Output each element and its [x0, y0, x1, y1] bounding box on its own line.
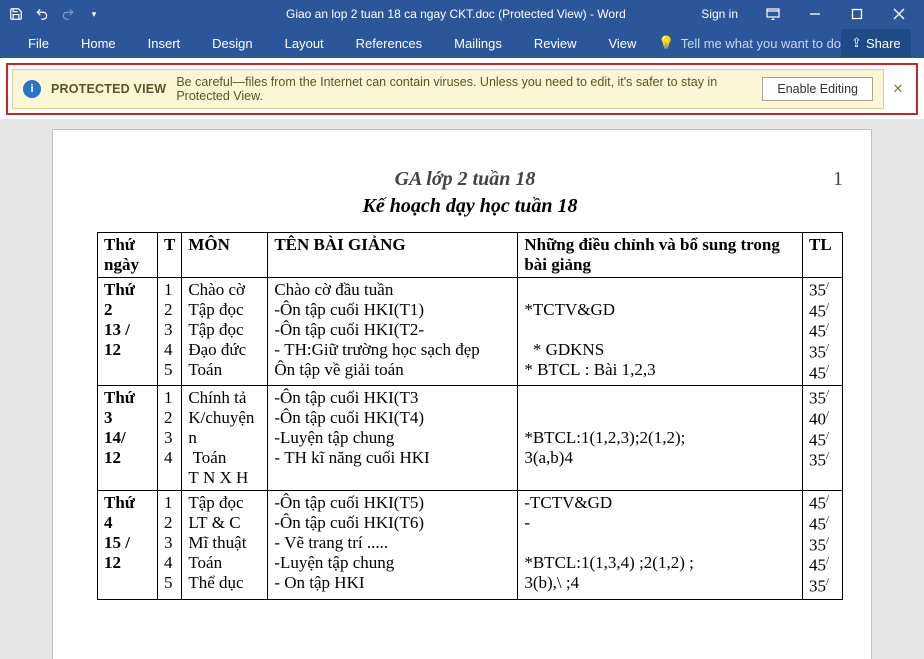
- col-day: Thứ ngày: [98, 233, 158, 278]
- tab-review[interactable]: Review: [518, 28, 593, 58]
- cell-notes: *TCTV&GD * GDKNS* BTCL : Bài 1,2,3: [518, 278, 803, 386]
- tab-design[interactable]: Design: [196, 28, 268, 58]
- window-title: Giao an lop 2 tuan 18 ca ngay CKT.doc (P…: [286, 7, 626, 21]
- table-row: Thứ415 /1212345Tập đọcLT & CMĩ thuậtToán…: [98, 491, 843, 599]
- tab-references[interactable]: References: [340, 28, 438, 58]
- plan-title: Kế hoạch dạy học tuần 18: [97, 195, 843, 218]
- shield-info-icon: i: [23, 80, 41, 98]
- col-notes: Những điều chỉnh và bổ sung trong bài gi…: [518, 233, 803, 278]
- tell-me-label: Tell me what you want to do: [681, 36, 841, 51]
- cell-notes: *BTCL:1(1,2,3);2(1,2);3(a,b)4: [518, 386, 803, 491]
- minimize-button[interactable]: [794, 0, 836, 28]
- page-header-right: 1: [833, 168, 843, 191]
- maximize-button[interactable]: [836, 0, 878, 28]
- cell-t: 12345: [158, 491, 182, 599]
- save-icon[interactable]: [4, 2, 28, 26]
- cell-day: Thứ213 /12: [98, 278, 158, 386]
- quick-access-toolbar: ▾: [4, 2, 106, 26]
- close-button[interactable]: [878, 0, 920, 28]
- tab-layout[interactable]: Layout: [269, 28, 340, 58]
- tab-home[interactable]: Home: [65, 28, 132, 58]
- enable-editing-button[interactable]: Enable Editing: [762, 77, 873, 101]
- undo-icon[interactable]: [30, 2, 54, 26]
- cell-tl: 35/40/45/35/: [803, 386, 843, 491]
- cell-notes: -TCTV&GD-*BTCL:1(1,3,4) ;2(1,2) ;3(b),\ …: [518, 491, 803, 599]
- lightbulb-icon: 💡: [658, 35, 674, 51]
- sign-in-link[interactable]: Sign in: [687, 7, 752, 21]
- table-header-row: Thứ ngày T MÔN TÊN BÀI GIẢNG Những điều …: [98, 233, 843, 278]
- table-row: Thứ213 /1212345Chào cờTập đọcTập đọcĐạo …: [98, 278, 843, 386]
- protected-view-title: PROTECTED VIEW: [51, 82, 166, 96]
- cell-t: 12345: [158, 278, 182, 386]
- annotation-highlight: i PROTECTED VIEW Be careful—files from t…: [6, 63, 918, 115]
- tab-insert[interactable]: Insert: [132, 28, 197, 58]
- ribbon-display-options-icon[interactable]: [752, 0, 794, 28]
- cell-day: Thứ314/12: [98, 386, 158, 491]
- cell-subject: Chính tảK/chuyệnn ToánT N X H: [182, 386, 268, 491]
- page-header-left: GA lớp 2 tuần 18: [395, 168, 536, 191]
- document-viewport[interactable]: GA lớp 2 tuần 18 1 Kế hoạch dạy học tuần…: [0, 119, 924, 659]
- cell-lesson: Chào cờ đầu tuần-Ôn tập cuối HKI(T1)-Ôn …: [268, 278, 518, 386]
- tab-view[interactable]: View: [592, 28, 652, 58]
- cell-t: 1234: [158, 386, 182, 491]
- share-button[interactable]: ⇪ Share: [841, 29, 911, 57]
- cell-tl: 35/45/45/35/45/: [803, 278, 843, 386]
- qat-dropdown-icon[interactable]: ▾: [82, 2, 106, 26]
- col-t: T: [158, 233, 182, 278]
- message-bar-close-icon[interactable]: ✕: [884, 69, 912, 109]
- cell-day: Thứ415 /12: [98, 491, 158, 599]
- ribbon-tabs: File Home Insert Design Layout Reference…: [0, 28, 924, 58]
- share-label: Share: [866, 36, 901, 51]
- table-row: Thứ314/121234 Chính tảK/chuyệnn ToánT N …: [98, 386, 843, 491]
- lesson-plan-table: Thứ ngày T MÔN TÊN BÀI GIẢNG Những điều …: [97, 232, 843, 600]
- share-icon: ⇪: [851, 35, 862, 51]
- tab-file[interactable]: File: [12, 28, 65, 58]
- cell-lesson: -Ôn tập cuối HKI(T5)-Ôn tập cuối HKI(T6)…: [268, 491, 518, 599]
- col-subject: MÔN: [182, 233, 268, 278]
- tab-mailings[interactable]: Mailings: [438, 28, 518, 58]
- message-bar-area: i PROTECTED VIEW Be careful—files from t…: [0, 58, 924, 119]
- tell-me-search[interactable]: 💡 Tell me what you want to do: [658, 35, 841, 51]
- col-lesson: TÊN BÀI GIẢNG: [268, 233, 518, 278]
- redo-icon[interactable]: [56, 2, 80, 26]
- title-bar: ▾ Giao an lop 2 tuan 18 ca ngay CKT.doc …: [0, 0, 924, 28]
- document-page: GA lớp 2 tuần 18 1 Kế hoạch dạy học tuần…: [52, 129, 872, 659]
- col-tl: TL: [803, 233, 843, 278]
- cell-tl: 45/45/35/45/35/: [803, 491, 843, 599]
- cell-lesson: -Ôn tập cuối HKI(T3-Ôn tập cuối HKI(T4)-…: [268, 386, 518, 491]
- cell-subject: Chào cờTập đọcTập đọcĐạo đứcToán: [182, 278, 268, 386]
- protected-view-bar: i PROTECTED VIEW Be careful—files from t…: [12, 69, 884, 109]
- protected-view-message: Be careful—files from the Internet can c…: [176, 75, 762, 103]
- cell-subject: Tập đọcLT & CMĩ thuậtToánThể dục: [182, 491, 268, 599]
